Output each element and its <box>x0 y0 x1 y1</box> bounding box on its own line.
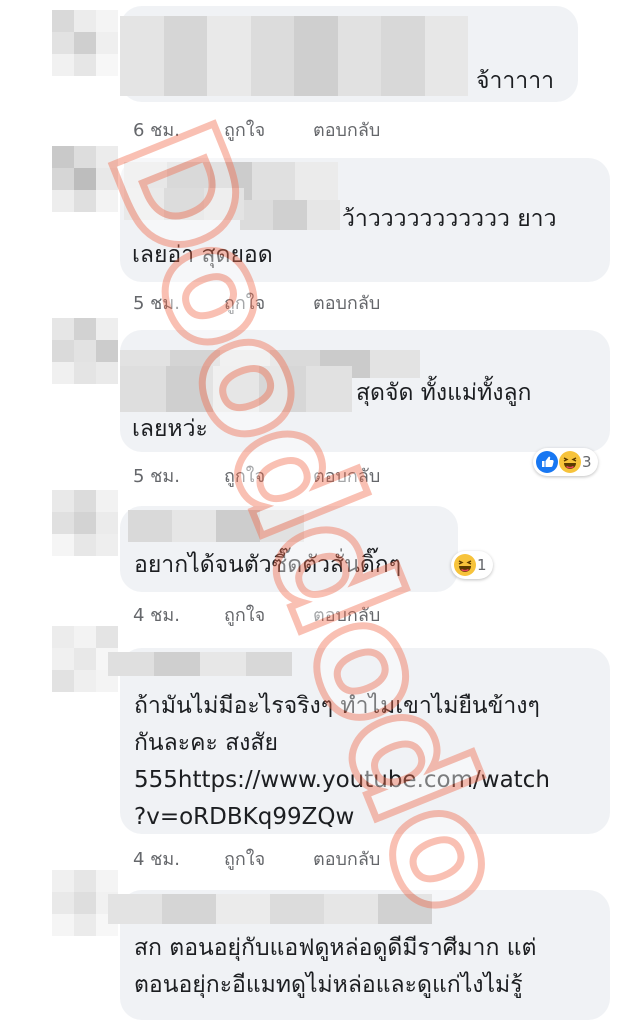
comment-text: จ้าาาาา <box>476 68 555 94</box>
reaction-summary[interactable]: 3 <box>533 448 598 476</box>
like-icon <box>536 451 558 473</box>
commenter-name-blurred[interactable] <box>128 510 304 542</box>
comment-bubble: สก ตอนอยุ่กับแอฟดูหล่อดูดีมีราศีมาก แต่ … <box>108 890 610 1020</box>
haha-icon <box>559 451 581 473</box>
comment-bubble: ถ้ามันไม่มีอะไรจริงๆ ทำไมเขาไม่ยืนข้างๆ … <box>108 648 610 834</box>
comment-time[interactable]: 5 ชม. <box>133 288 180 317</box>
reply-link[interactable]: ตอบกลับ <box>313 288 380 317</box>
haha-icon <box>454 554 476 576</box>
commenter-name-blurred[interactable] <box>108 894 432 924</box>
comment-bubble: สุดจัด ทั้งแม่ทั้งลูก เลยหว่ะ <box>120 330 610 452</box>
reply-link[interactable]: ตอบกลับ <box>313 600 380 629</box>
comment-text: ถ้ามันไม่มีอะไรจริงๆ ทำไมเขาไม่ยืนข้างๆ … <box>134 693 550 830</box>
comment-time[interactable]: 6 ชม. <box>133 115 180 144</box>
commenter-name-blurred[interactable] <box>108 652 292 676</box>
avatar[interactable] <box>52 318 118 384</box>
like-link[interactable]: ถูกใจ <box>224 115 265 144</box>
reply-link[interactable]: ตอบกลับ <box>313 115 380 144</box>
commenter-name-blurred[interactable] <box>120 16 468 96</box>
comment-text: เลยอ่า สุดยอด <box>132 242 273 268</box>
commenter-name-blurred <box>240 200 340 230</box>
comment-time[interactable]: 5 ชม. <box>133 461 180 490</box>
commenter-name-blurred <box>120 366 352 412</box>
comment-bubble: ว้าววววววววววว ยาว เลยอ่า สุดยอด <box>120 158 610 282</box>
commenter-name-blurred <box>124 188 244 220</box>
like-link[interactable]: ถูกใจ <box>224 288 265 317</box>
comment-text: อยากได้จนตัวซี๊ดตัวสั่นดิ๊กๆ <box>134 552 402 578</box>
reaction-count: 3 <box>582 453 592 471</box>
comment-bubble: จ้าาาาา <box>120 6 578 102</box>
comment-text: ว้าววววววววววว ยาว <box>342 206 557 232</box>
comment-text: เลยหว่ะ <box>132 416 208 442</box>
reply-link[interactable]: ตอบกลับ <box>313 844 380 873</box>
comment-time[interactable]: 4 ชม. <box>133 844 180 873</box>
like-link[interactable]: ถูกใจ <box>224 600 265 629</box>
comment-bubble: อยากได้จนตัวซี๊ดตัวสั่นดิ๊กๆ <box>120 506 458 592</box>
reaction-summary[interactable]: 1 <box>451 551 493 579</box>
comment-text: สก ตอนอยุ่กับแอฟดูหล่อดูดีมีราศีมาก แต่ … <box>134 935 537 998</box>
comment-time[interactable]: 4 ชม. <box>133 600 180 629</box>
like-link[interactable]: ถูกใจ <box>224 844 265 873</box>
avatar[interactable] <box>52 10 118 76</box>
like-link[interactable]: ถูกใจ <box>224 461 265 490</box>
reaction-count: 1 <box>477 556 487 574</box>
reply-link[interactable]: ตอบกลับ <box>313 461 380 490</box>
avatar[interactable] <box>52 490 118 556</box>
avatar[interactable] <box>52 146 118 212</box>
comment-text: สุดจัด ทั้งแม่ทั้งลูก <box>356 380 532 406</box>
